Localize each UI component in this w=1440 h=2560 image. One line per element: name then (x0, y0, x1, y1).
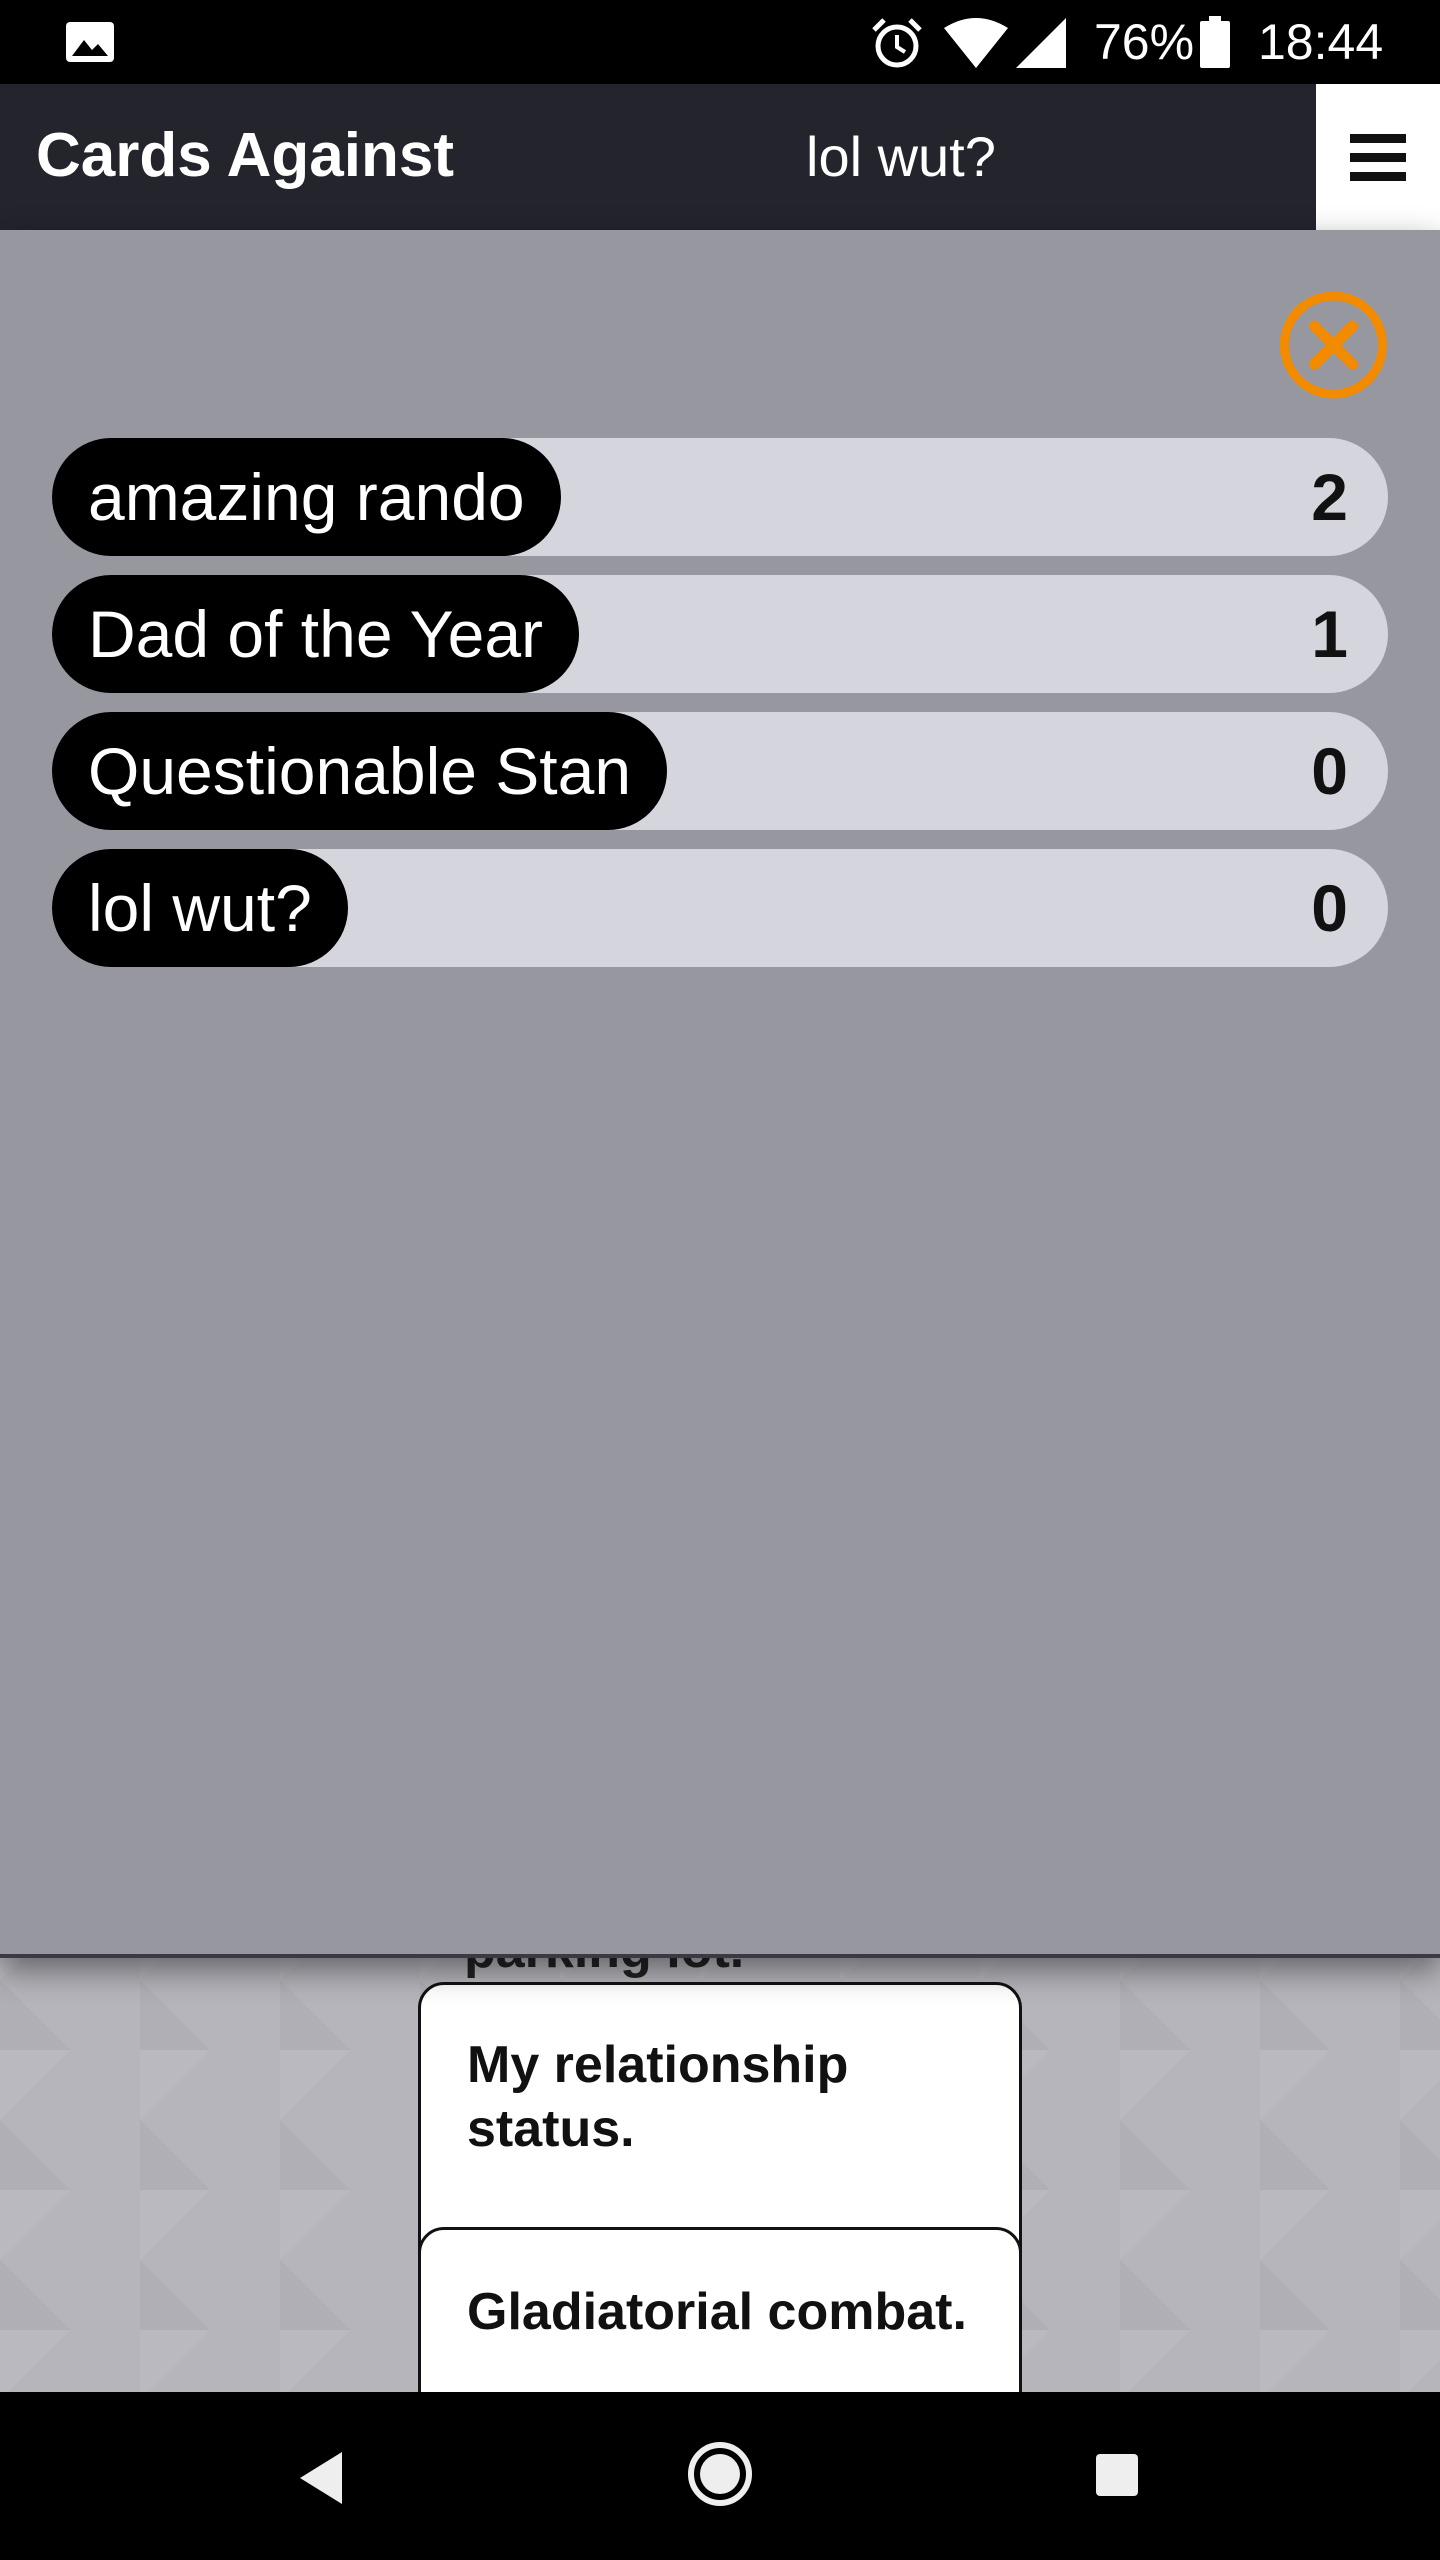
player-score: 0 (1311, 871, 1348, 945)
recent-apps-icon[interactable] (1096, 2454, 1138, 2496)
gallery-icon (66, 22, 114, 62)
battery-percentage: 76% (1094, 14, 1195, 70)
score-row: Dad of the Year 1 (52, 575, 1388, 693)
signal-icon (1016, 18, 1066, 68)
player-score: 2 (1311, 460, 1348, 534)
wifi-icon (944, 18, 1008, 68)
menu-button[interactable] (1316, 84, 1440, 230)
app-title: Cards Against (36, 121, 455, 190)
clock-time: 18:44 (1258, 14, 1384, 70)
back-icon[interactable] (296, 2450, 346, 2506)
close-circle-icon[interactable] (1278, 290, 1388, 400)
scoreboard-panel: amazing rando 2 Dad of the Year 1 Questi… (0, 230, 1440, 1958)
score-row: lol wut? 0 (52, 849, 1388, 967)
current-player-name: lol wut? (806, 125, 996, 188)
home-icon[interactable] (686, 2440, 754, 2508)
player-name-pill: Dad of the Year (52, 575, 580, 693)
alarm-icon (872, 18, 922, 68)
player-name-pill: Questionable Stan (52, 712, 668, 830)
battery-icon (1200, 16, 1230, 68)
player-name-pill: amazing rando (52, 438, 561, 556)
player-score: 1 (1311, 597, 1348, 671)
card-text: My relationship status. (467, 2036, 849, 2158)
player-score: 0 (1311, 734, 1348, 808)
app-header: Cards Against lol wut? (0, 84, 1440, 230)
score-row: Questionable Stan 0 (52, 712, 1388, 830)
score-row: amazing rando 2 (52, 438, 1388, 556)
player-name-pill: lol wut? (52, 849, 348, 967)
status-bar: 76% 18:44 (0, 0, 1440, 84)
navigation-bar (0, 2392, 1440, 2560)
card-text: Gladiatorial combat. (467, 2283, 967, 2341)
